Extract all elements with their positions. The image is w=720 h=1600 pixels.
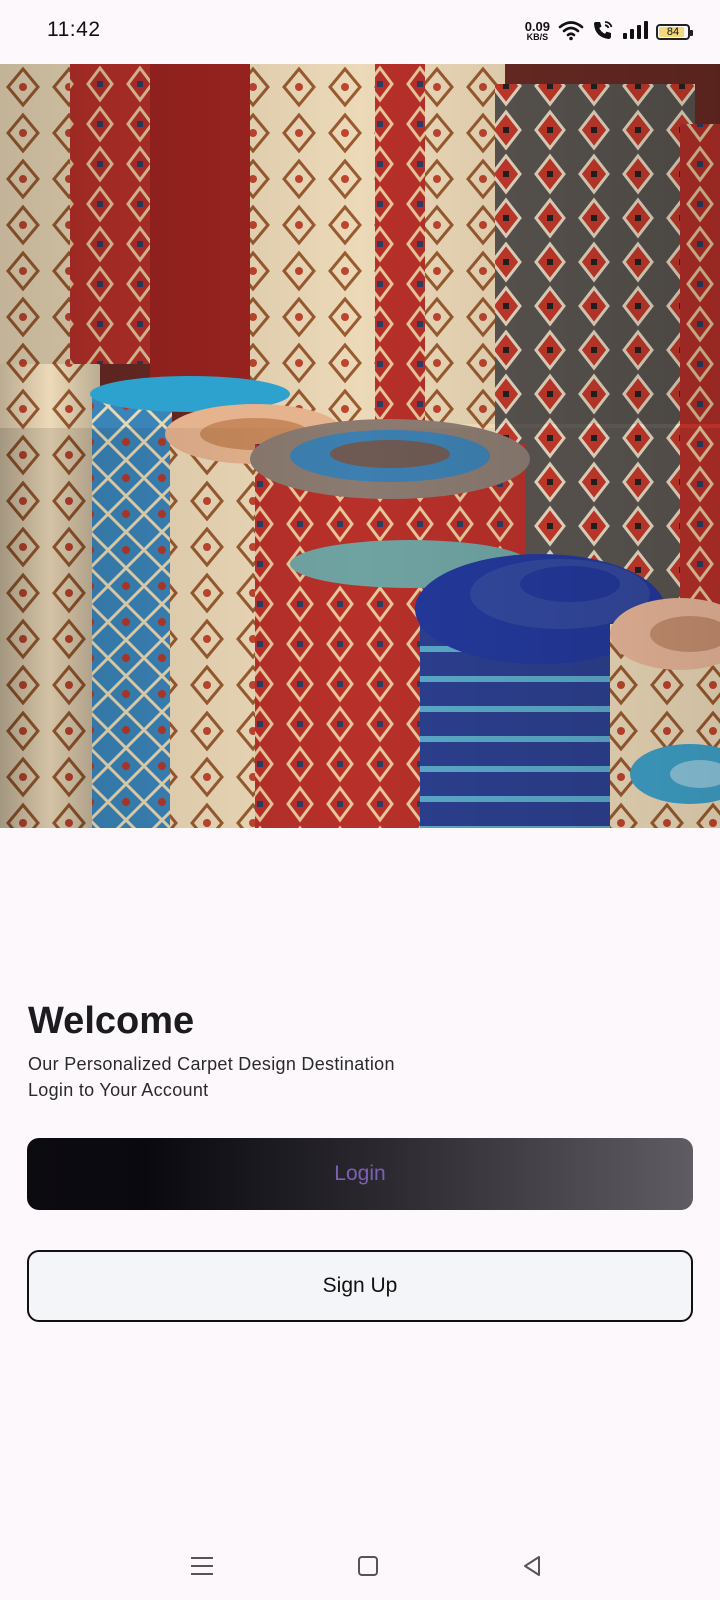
network-speed: 0.09 KB/S bbox=[524, 19, 550, 42]
status-icons: 0.09 KB/S 84 bbox=[524, 18, 693, 46]
battery-icon: 84 bbox=[656, 24, 693, 40]
menu-icon[interactable] bbox=[186, 1550, 218, 1582]
network-speed-value: 0.09 bbox=[524, 19, 550, 34]
signal-icon bbox=[622, 20, 648, 45]
wifi-icon bbox=[558, 19, 584, 46]
status-bar: 11:42 0.09 KB/S 84 bbox=[0, 0, 720, 64]
carpet-rolls-photo bbox=[0, 64, 720, 828]
tagline-text: Our Personalized Carpet Design Destinati… bbox=[28, 1054, 395, 1074]
status-time: 11:42 bbox=[47, 18, 101, 41]
network-speed-unit: KB/S bbox=[526, 32, 549, 42]
back-triangle-icon[interactable] bbox=[516, 1550, 548, 1582]
sign-up-button-label: Sign Up bbox=[322, 1274, 398, 1297]
wifi-call-icon bbox=[592, 19, 614, 46]
sign-up-button[interactable]: Sign Up bbox=[27, 1250, 693, 1322]
login-prompt-text: Login to Your Account bbox=[28, 1080, 209, 1100]
battery-level-text: 84 bbox=[666, 26, 680, 38]
page-title: Welcome bbox=[28, 1000, 195, 1042]
login-button[interactable]: Login bbox=[27, 1138, 693, 1210]
welcome-screen: 11:42 0.09 KB/S 84 Welcome Our Personali… bbox=[0, 0, 720, 1600]
hero-carpet-image bbox=[0, 64, 720, 828]
login-button-label: Login bbox=[334, 1162, 386, 1185]
home-square-icon[interactable] bbox=[352, 1550, 384, 1582]
system-navigation-bar bbox=[0, 1532, 720, 1600]
